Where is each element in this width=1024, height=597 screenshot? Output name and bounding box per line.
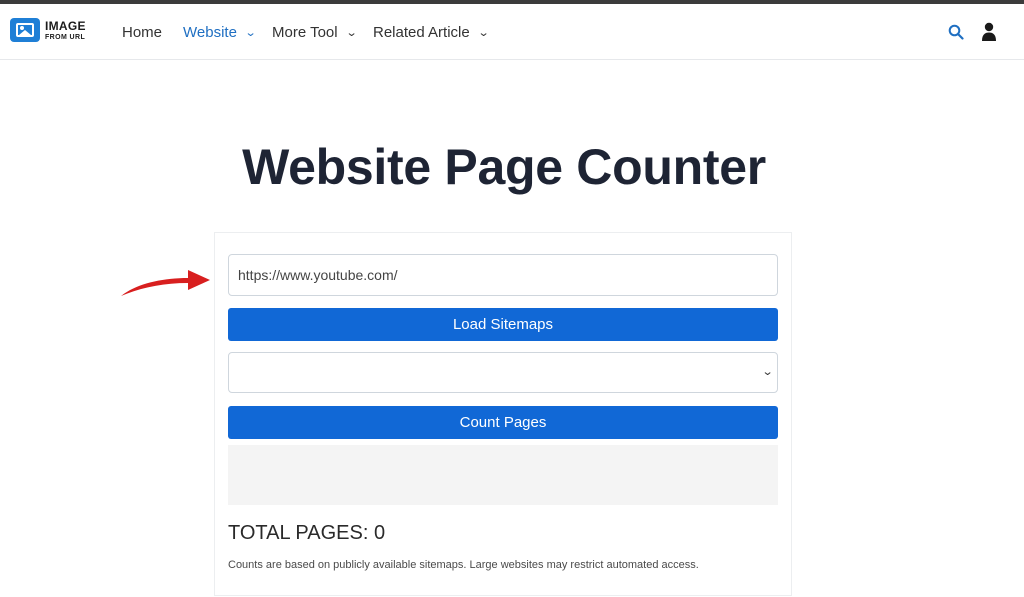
chevron-down-icon: ⌄ — [244, 26, 257, 39]
count-pages-button[interactable]: Count Pages — [228, 406, 778, 439]
load-sitemaps-button[interactable]: Load Sitemaps — [228, 308, 778, 341]
user-icon[interactable] — [981, 22, 997, 42]
chevron-down-icon: ⌄ — [761, 366, 774, 378]
site-logo[interactable]: IMAGE FROM URL — [10, 18, 86, 42]
nav-more-tool[interactable]: More Tool ⌄ — [272, 4, 358, 60]
nav-website-label: Website — [183, 23, 237, 41]
nav-website[interactable]: Website ⌄ — [183, 4, 257, 60]
sitemap-select[interactable]: ⌄ — [228, 352, 778, 393]
nav-home-label: Home — [122, 23, 163, 41]
nav-related-article[interactable]: Related Article ⌄ — [373, 4, 490, 60]
nav-more-tool-label: More Tool — [272, 23, 338, 41]
results-panel — [228, 445, 778, 505]
red-arrow-annotation-icon — [121, 270, 210, 296]
chevron-down-icon: ⌄ — [477, 26, 490, 39]
logo-text: IMAGE FROM URL — [45, 20, 86, 41]
chevron-down-icon: ⌄ — [345, 26, 358, 39]
logo-line1: IMAGE — [45, 18, 86, 33]
disclaimer-note: Counts are based on publicly available s… — [228, 559, 699, 571]
nav-related-article-label: Related Article — [373, 23, 470, 41]
total-pages-label: TOTAL PAGES: 0 — [228, 522, 386, 544]
nav-home[interactable]: Home — [122, 4, 162, 60]
image-icon — [10, 18, 40, 42]
logo-line2: FROM URL — [45, 33, 86, 41]
navbar: IMAGE FROM URL Home Website ⌄ More Tool … — [0, 4, 1024, 60]
page-title: Website Page Counter — [242, 139, 766, 195]
url-input[interactable] — [228, 254, 778, 296]
search-icon[interactable] — [948, 24, 964, 40]
